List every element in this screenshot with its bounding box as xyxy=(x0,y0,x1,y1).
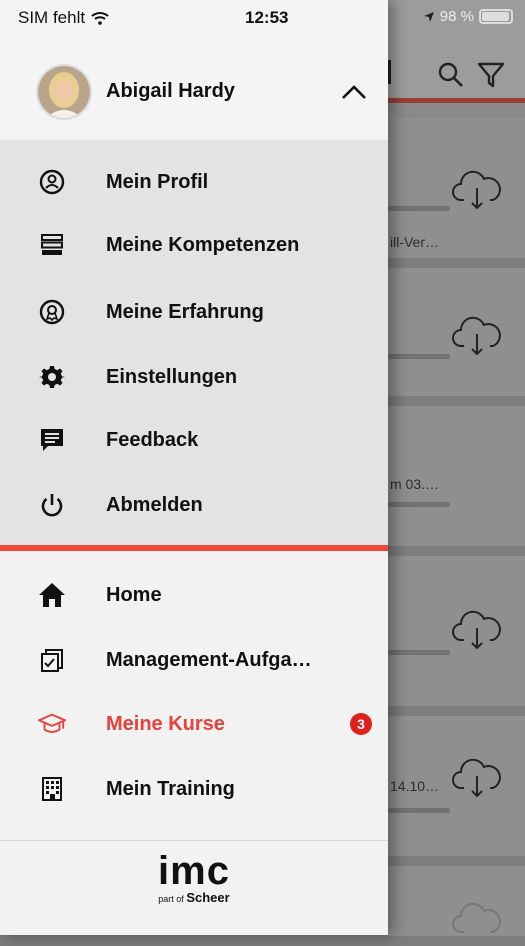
menu-item-einstellungen[interactable]: Einstellungen xyxy=(0,347,388,407)
background-progress xyxy=(388,354,450,359)
carrier-label: SIM fehlt xyxy=(18,8,86,27)
tasks-icon xyxy=(38,646,66,674)
menu-item-label: Mein Profil xyxy=(106,170,209,193)
location-icon xyxy=(423,11,434,22)
cloud-download-icon xyxy=(452,902,501,933)
menu-item-feedback[interactable]: Feedback xyxy=(0,410,388,470)
clock: 12:53 xyxy=(245,8,289,27)
background-divider xyxy=(388,60,391,84)
background-snippet: m 03.… xyxy=(390,476,440,492)
menu-item-abmelden[interactable]: Abmelden xyxy=(0,475,388,535)
logo-sub-text: part of Scheer xyxy=(158,890,230,905)
nav-item-management-aufgaben[interactable]: Management-Aufga… xyxy=(0,630,388,690)
cloud-download-icon xyxy=(452,610,501,650)
competences-icon xyxy=(38,231,66,259)
notification-badge: 3 xyxy=(350,713,372,735)
status-bar: SIM fehlt 12:53 98 % xyxy=(0,0,525,34)
avatar xyxy=(36,64,92,120)
cloud-download-icon xyxy=(452,316,501,356)
search-icon xyxy=(438,62,463,87)
background-progress xyxy=(388,650,450,655)
menu-item-meine-kompetenzen[interactable]: Meine Kompetenzen xyxy=(0,215,388,275)
menu-item-label: Abmelden xyxy=(106,493,203,516)
nav-item-mein-training[interactable]: Mein Training xyxy=(0,759,388,819)
background-progress xyxy=(388,206,450,211)
footer-divider xyxy=(0,840,388,841)
background-tab-indicator xyxy=(388,98,525,103)
background-progress xyxy=(388,502,450,507)
power-icon xyxy=(38,491,66,519)
battery-icon xyxy=(479,9,513,24)
user-name: Abigail Hardy xyxy=(106,80,235,102)
background-snippet: ill-Ver… xyxy=(390,234,440,250)
menu-item-label: Meine Erfahrung xyxy=(106,300,264,323)
status-left: SIM fehlt xyxy=(18,8,109,28)
nav-item-label: Meine Kurse xyxy=(106,712,225,735)
battery-percent: 98 % xyxy=(439,8,474,25)
nav-item-meine-kurse[interactable]: Meine Kurse 3 xyxy=(0,694,388,754)
nav-menu: Home Management-Aufga… Meine Kurse 3 Mei… xyxy=(0,551,388,841)
menu-item-label: Einstellungen xyxy=(106,365,238,388)
background-snippet: 14.10… xyxy=(390,778,440,794)
experience-icon xyxy=(38,298,66,326)
profile-menu: Mein Profil Meine Kompetenzen Meine Erfa… xyxy=(0,140,388,545)
gear-icon xyxy=(38,363,66,391)
status-right: 98 % xyxy=(423,8,513,25)
profile-icon xyxy=(38,168,66,196)
nav-item-home[interactable]: Home xyxy=(0,565,388,625)
feedback-icon xyxy=(38,426,66,454)
graduation-cap-icon xyxy=(38,710,66,738)
cloud-download-icon xyxy=(452,758,501,798)
logo-main-text: imc xyxy=(158,849,230,893)
building-icon xyxy=(38,775,66,803)
nav-item-label: Mein Training xyxy=(106,777,235,800)
filter-icon xyxy=(477,62,505,88)
wifi-icon xyxy=(91,12,109,25)
menu-item-mein-profil[interactable]: Mein Profil xyxy=(0,152,388,212)
chevron-up-icon[interactable] xyxy=(340,82,368,102)
menu-item-label: Meine Kompetenzen xyxy=(106,233,300,256)
home-icon xyxy=(38,581,66,609)
imc-logo: imc part of Scheer xyxy=(0,850,388,930)
menu-item-meine-erfahrung[interactable]: Meine Erfahrung xyxy=(0,282,388,342)
background-progress xyxy=(388,808,450,813)
menu-item-label: Feedback xyxy=(106,428,199,451)
side-drawer: Abigail Hardy Mein Profil Meine Kompeten… xyxy=(0,0,388,935)
cloud-download-icon xyxy=(452,170,501,210)
nav-item-label: Home xyxy=(106,583,162,606)
nav-item-label: Management-Aufga… xyxy=(106,648,312,671)
